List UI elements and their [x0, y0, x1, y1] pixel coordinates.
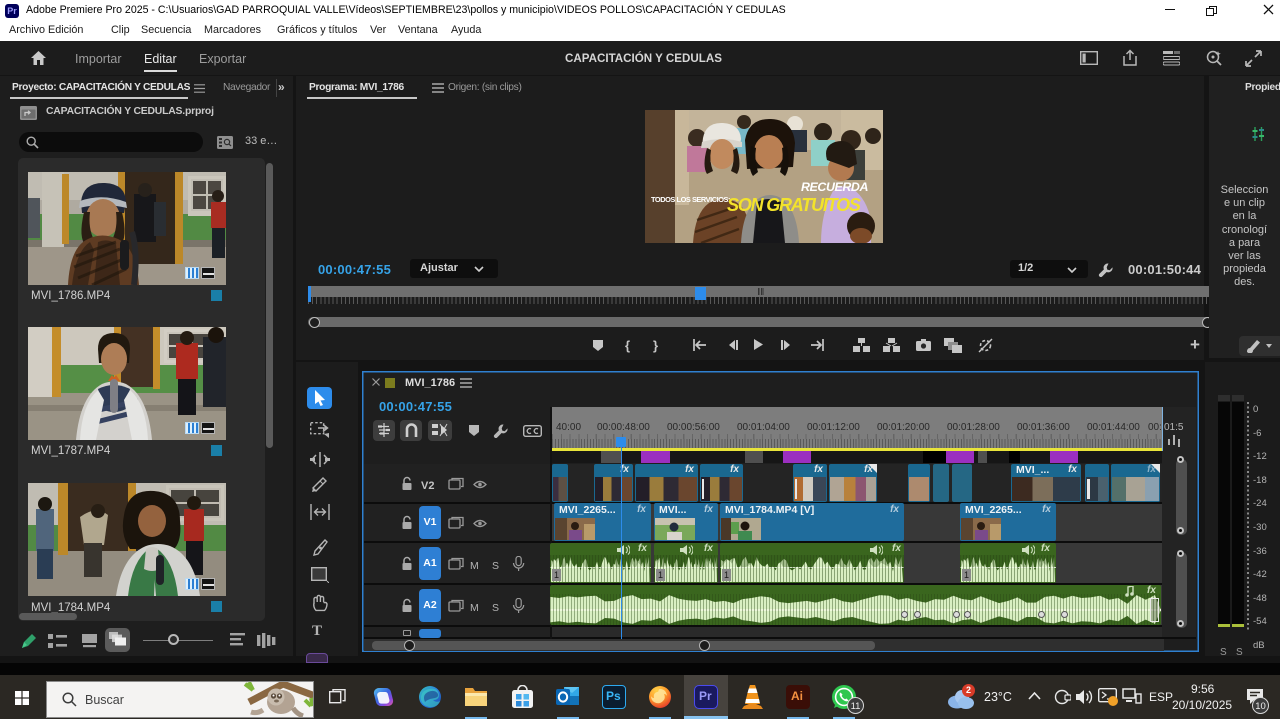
svg-text:S: S	[492, 602, 499, 614]
svg-text:S: S	[492, 560, 499, 572]
svg-text:M: M	[470, 560, 479, 572]
svg-text:TODOS LOS SERVICIOS:: TODOS LOS SERVICIOS:	[651, 195, 730, 204]
svg-text:M: M	[470, 602, 479, 614]
svg-text:SON GRATUITOS: SON GRATUITOS	[727, 195, 861, 215]
svg-text:RECUERDA: RECUERDA	[801, 180, 868, 194]
svg-text:V2: V2	[421, 480, 434, 492]
